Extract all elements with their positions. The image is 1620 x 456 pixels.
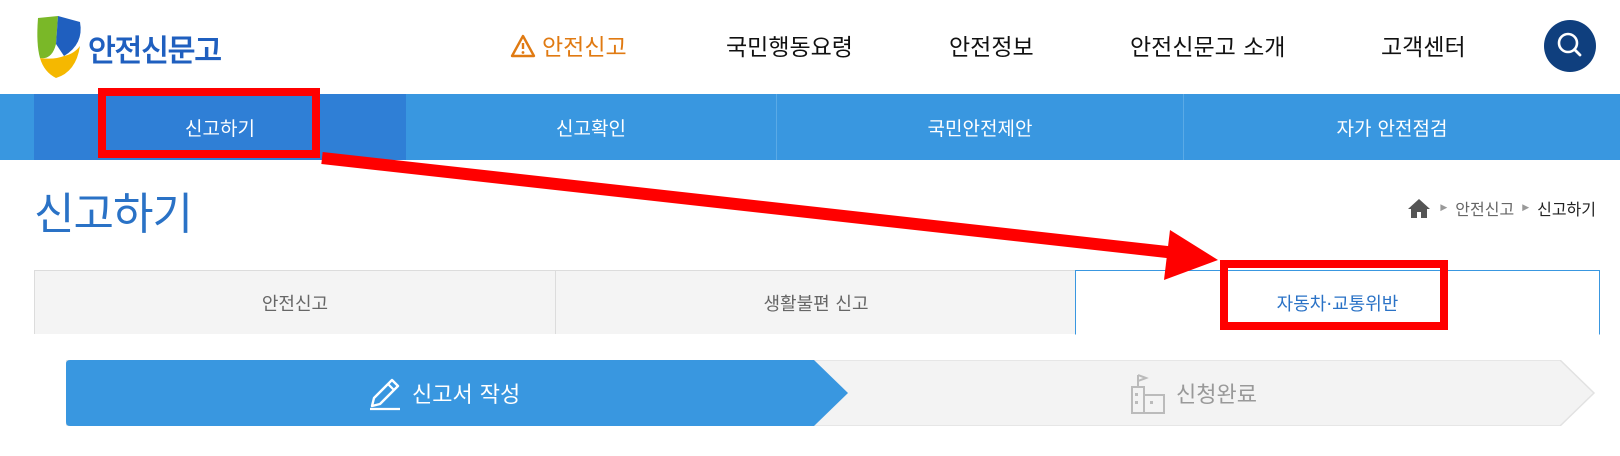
sub-nav: 신고하기 신고확인 국민안전제안 자가 안전점검 [0,94,1620,160]
page-title: 신고하기 [34,189,193,240]
subnav-item-report[interactable]: 신고하기 [34,94,406,160]
search-icon [1557,32,1582,57]
nav-item-customer-center[interactable]: 고객센터 [1381,28,1466,62]
pencil-icon [370,378,400,411]
report-type-tabs: 안전신고 생활불편 신고 자동차·교통위반 [34,270,1600,335]
step-label: 신고서 작성 [412,383,521,408]
nav-item-about[interactable]: 안전신문고 소개 [1130,28,1285,62]
progress-steps: 신고서 작성 신청완료 [66,360,1596,426]
subnav-item-proposal[interactable]: 국민안전제안 [777,94,1183,160]
step-label: 신청완료 [1176,383,1257,408]
tab-safety-report[interactable]: 안전신고 [34,270,556,334]
breadcrumb-separator: ▶ [1440,203,1448,213]
breadcrumb-separator: ▶ [1522,203,1530,213]
breadcrumb: ▶ 안전신고 ▶ 신고하기 [1406,196,1596,220]
breadcrumb-item[interactable]: 안전신고 [1455,196,1514,220]
subnav-item-check[interactable]: 신고확인 [406,94,776,160]
search-button[interactable] [1544,20,1596,72]
nav-item-action-guide[interactable]: 국민행동요령 [726,28,853,62]
nav-label: 안전신고 [542,35,627,61]
breadcrumb-current: 신고하기 [1537,200,1596,219]
subnav-item-self-check[interactable]: 자가 안전점검 [1184,94,1600,160]
tab-vehicle-traffic[interactable]: 자동차·교통위반 [1075,270,1600,335]
nav-item-safety-info[interactable]: 안전정보 [949,28,1034,62]
building-icon [1131,374,1165,414]
warning-icon [510,34,536,58]
step-write-report: 신고서 작성 [366,360,520,426]
step-complete: 신청완료 [1126,360,1257,426]
home-icon[interactable] [1406,197,1432,219]
nav-item-safety-report[interactable]: 안전신고 [510,28,627,62]
main-nav: 안전신고 국민행동요령 안전정보 안전신문고 소개 고객센터 [0,28,1620,68]
tab-living-inconvenience[interactable]: 생활불편 신고 [555,270,1077,334]
steps-background [66,360,1596,426]
site-header: 안전신문고 안전신고 국민행동요령 안전정보 안전신문고 소개 고객센터 [0,0,1620,94]
